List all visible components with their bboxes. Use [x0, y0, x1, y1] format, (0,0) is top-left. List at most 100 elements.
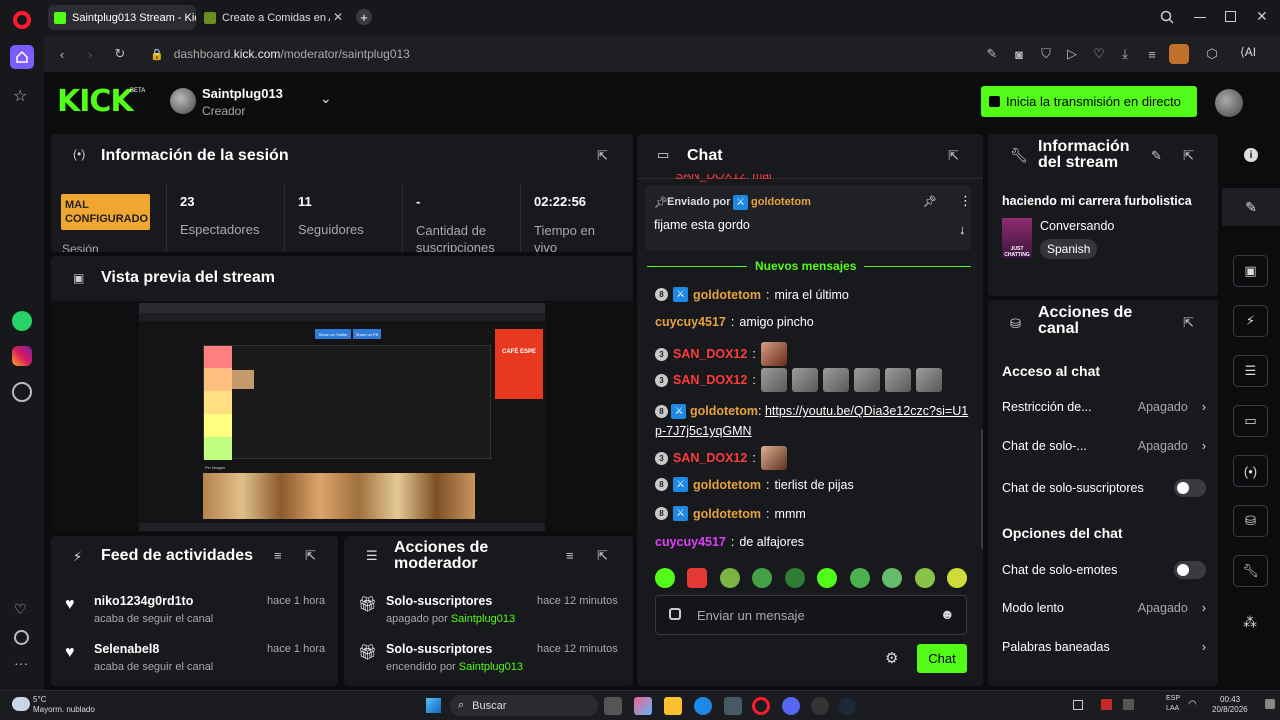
tray-app-icon[interactable]: [1123, 699, 1134, 710]
restore-icon[interactable]: [1225, 11, 1236, 22]
kebab-menu-icon[interactable]: ⋮: [959, 193, 972, 209]
tab-tierlist[interactable]: Create a Comidas en Al: [198, 5, 344, 30]
url-field[interactable]: 🔒 dashboard.kick.com/moderator/saintplug…: [144, 42, 974, 66]
settings-gear-icon[interactable]: ⚙: [885, 649, 898, 667]
chat-username[interactable]: goldotetom: [693, 288, 761, 302]
emote-only-toggle[interactable]: [1174, 561, 1206, 579]
minimize-icon[interactable]: [1194, 17, 1206, 18]
mod-action-by[interactable]: Saintplug013: [451, 613, 515, 625]
whatsapp-icon[interactable]: [12, 311, 32, 331]
user-avatar[interactable]: [1215, 89, 1243, 117]
setting-row-follower-only[interactable]: Chat de solo-... Apagado ›: [1002, 439, 1206, 453]
ai-button[interactable]: ⟨AI: [1240, 45, 1256, 59]
category-thumbnail[interactable]: JUST CHATTING: [1002, 218, 1032, 258]
emote-icon[interactable]: [752, 568, 773, 588]
popout-icon[interactable]: ⇱: [948, 148, 959, 164]
chat-username[interactable]: goldotetom: [690, 404, 758, 418]
edit-pencil-icon[interactable]: ✎: [1151, 148, 1162, 164]
clock-time[interactable]: 00:43: [1220, 695, 1240, 704]
setting-row-restriction[interactable]: Restricción de... Apagado ›: [1002, 400, 1206, 414]
mod-action-by[interactable]: Saintplug013: [459, 661, 523, 673]
chat-username[interactable]: SAN_DOX12: [673, 373, 747, 387]
emote-icon[interactable]: [655, 568, 675, 588]
emote-icon[interactable]: [784, 568, 805, 588]
emote-icon[interactable]: [914, 568, 935, 588]
activity-toggle-icon[interactable]: ⚡: [1233, 305, 1268, 337]
apps-icon[interactable]: ⁂: [1243, 614, 1257, 631]
edit-icon[interactable]: ✎: [983, 45, 1001, 63]
filter-icon[interactable]: ≡: [274, 548, 282, 563]
weather-icon[interactable]: [12, 697, 30, 711]
star-icon[interactable]: ☆: [13, 86, 27, 106]
close-tab-icon[interactable]: ✕: [333, 10, 343, 24]
cube-icon[interactable]: ⬡: [1203, 45, 1221, 63]
setting-row-slow-mode[interactable]: Modo lento Apagado ›: [1002, 601, 1206, 615]
discord-icon[interactable]: [782, 697, 800, 715]
extension-avatar-icon[interactable]: [1169, 44, 1189, 64]
favorite-icon[interactable]: ♡: [1090, 45, 1108, 63]
player-icon[interactable]: [12, 382, 32, 402]
channel-actions-toggle-icon[interactable]: ⛁: [1233, 505, 1268, 537]
camera-icon[interactable]: ◙: [1010, 45, 1028, 63]
reload-icon[interactable]: ↻: [111, 45, 129, 63]
heart-icon[interactable]: ♡: [14, 601, 27, 618]
chat-username[interactable]: cuycuy4517: [655, 315, 726, 329]
info-icon[interactable]: i: [1244, 148, 1258, 162]
kick-logo[interactable]: KICK: [57, 84, 134, 119]
expand-arrow-icon[interactable]: ↓: [959, 222, 966, 237]
unpin-icon[interactable]: 📌︎: [923, 195, 937, 208]
preview-toggle-icon[interactable]: ▣: [1233, 255, 1268, 287]
filter-icon[interactable]: ≡: [566, 548, 574, 563]
popout-icon[interactable]: ⇱: [305, 548, 316, 564]
pinned-user[interactable]: goldotetom: [751, 196, 811, 208]
stream-preview-video[interactable]: Share on Twitter Share on FB CAFÉ ESPE P…: [51, 301, 633, 532]
wifi-icon[interactable]: ◠: [1188, 699, 1197, 710]
emoji-icon[interactable]: ☻: [940, 606, 955, 622]
new-tab-icon[interactable]: +: [356, 9, 372, 25]
file-explorer-icon[interactable]: [664, 697, 682, 715]
taskbar-search[interactable]: ⌕ Buscar: [450, 695, 598, 716]
copilot-icon[interactable]: [634, 697, 652, 715]
popout-icon[interactable]: ⇱: [1183, 148, 1194, 164]
instagram-icon[interactable]: [12, 346, 32, 366]
mod-actions-toggle-icon[interactable]: ☰: [1233, 355, 1268, 387]
home-icon[interactable]: [10, 45, 34, 69]
close-window-icon[interactable]: ✕: [1256, 8, 1268, 25]
task-view-icon[interactable]: [604, 697, 622, 715]
notifications-icon[interactable]: [1265, 699, 1275, 709]
search-tabs-icon[interactable]: [1160, 10, 1174, 24]
sub-only-toggle[interactable]: [1174, 479, 1206, 497]
download-icon[interactable]: ⤓: [1116, 45, 1134, 63]
opera-logo-icon[interactable]: [13, 11, 31, 29]
activity-user[interactable]: niko1234g0rd1to: [94, 594, 193, 608]
steam-icon[interactable]: [838, 697, 856, 715]
chat-toggle-icon[interactable]: ▭: [1233, 405, 1268, 437]
setting-row-banned-words[interactable]: Palabras baneadas ›: [1002, 640, 1206, 654]
opera-taskbar-icon[interactable]: [752, 697, 770, 715]
category-name[interactable]: Conversando: [1040, 219, 1114, 233]
tray-app-icon[interactable]: [1101, 699, 1112, 710]
store-icon[interactable]: [724, 697, 742, 715]
chat-username[interactable]: SAN_DOX12: [673, 347, 747, 361]
stream-info-toggle-icon[interactable]: 🔧︎: [1233, 555, 1268, 587]
chat-username[interactable]: goldotetom: [693, 507, 761, 521]
more-icon[interactable]: ···: [14, 655, 28, 671]
popout-icon[interactable]: ⇱: [597, 148, 608, 164]
chat-input[interactable]: Enviar un mensaje ☻: [655, 595, 967, 635]
emote-icon[interactable]: [719, 568, 740, 588]
shield-icon[interactable]: ⛉: [1037, 45, 1055, 63]
input-lang-region[interactable]: LAA: [1166, 705, 1179, 712]
history-icon[interactable]: [14, 630, 29, 645]
tab-kick[interactable]: Saintplug013 Stream - Kic: [48, 5, 196, 30]
chat-username[interactable]: cuycuy4517: [655, 535, 726, 549]
obs-icon[interactable]: [811, 697, 829, 715]
menu-icon[interactable]: ≡: [1143, 45, 1161, 63]
emote-icon[interactable]: [849, 568, 870, 588]
emote-icon[interactable]: [687, 568, 708, 588]
chevron-down-icon[interactable]: ⌄: [320, 90, 332, 107]
chat-username[interactable]: SAN_DOX12: [673, 451, 747, 465]
send-chat-button[interactable]: Chat: [917, 644, 967, 673]
forward-icon[interactable]: ›: [81, 45, 99, 63]
input-lang[interactable]: ESP: [1166, 695, 1180, 702]
back-icon[interactable]: ‹: [53, 45, 71, 63]
